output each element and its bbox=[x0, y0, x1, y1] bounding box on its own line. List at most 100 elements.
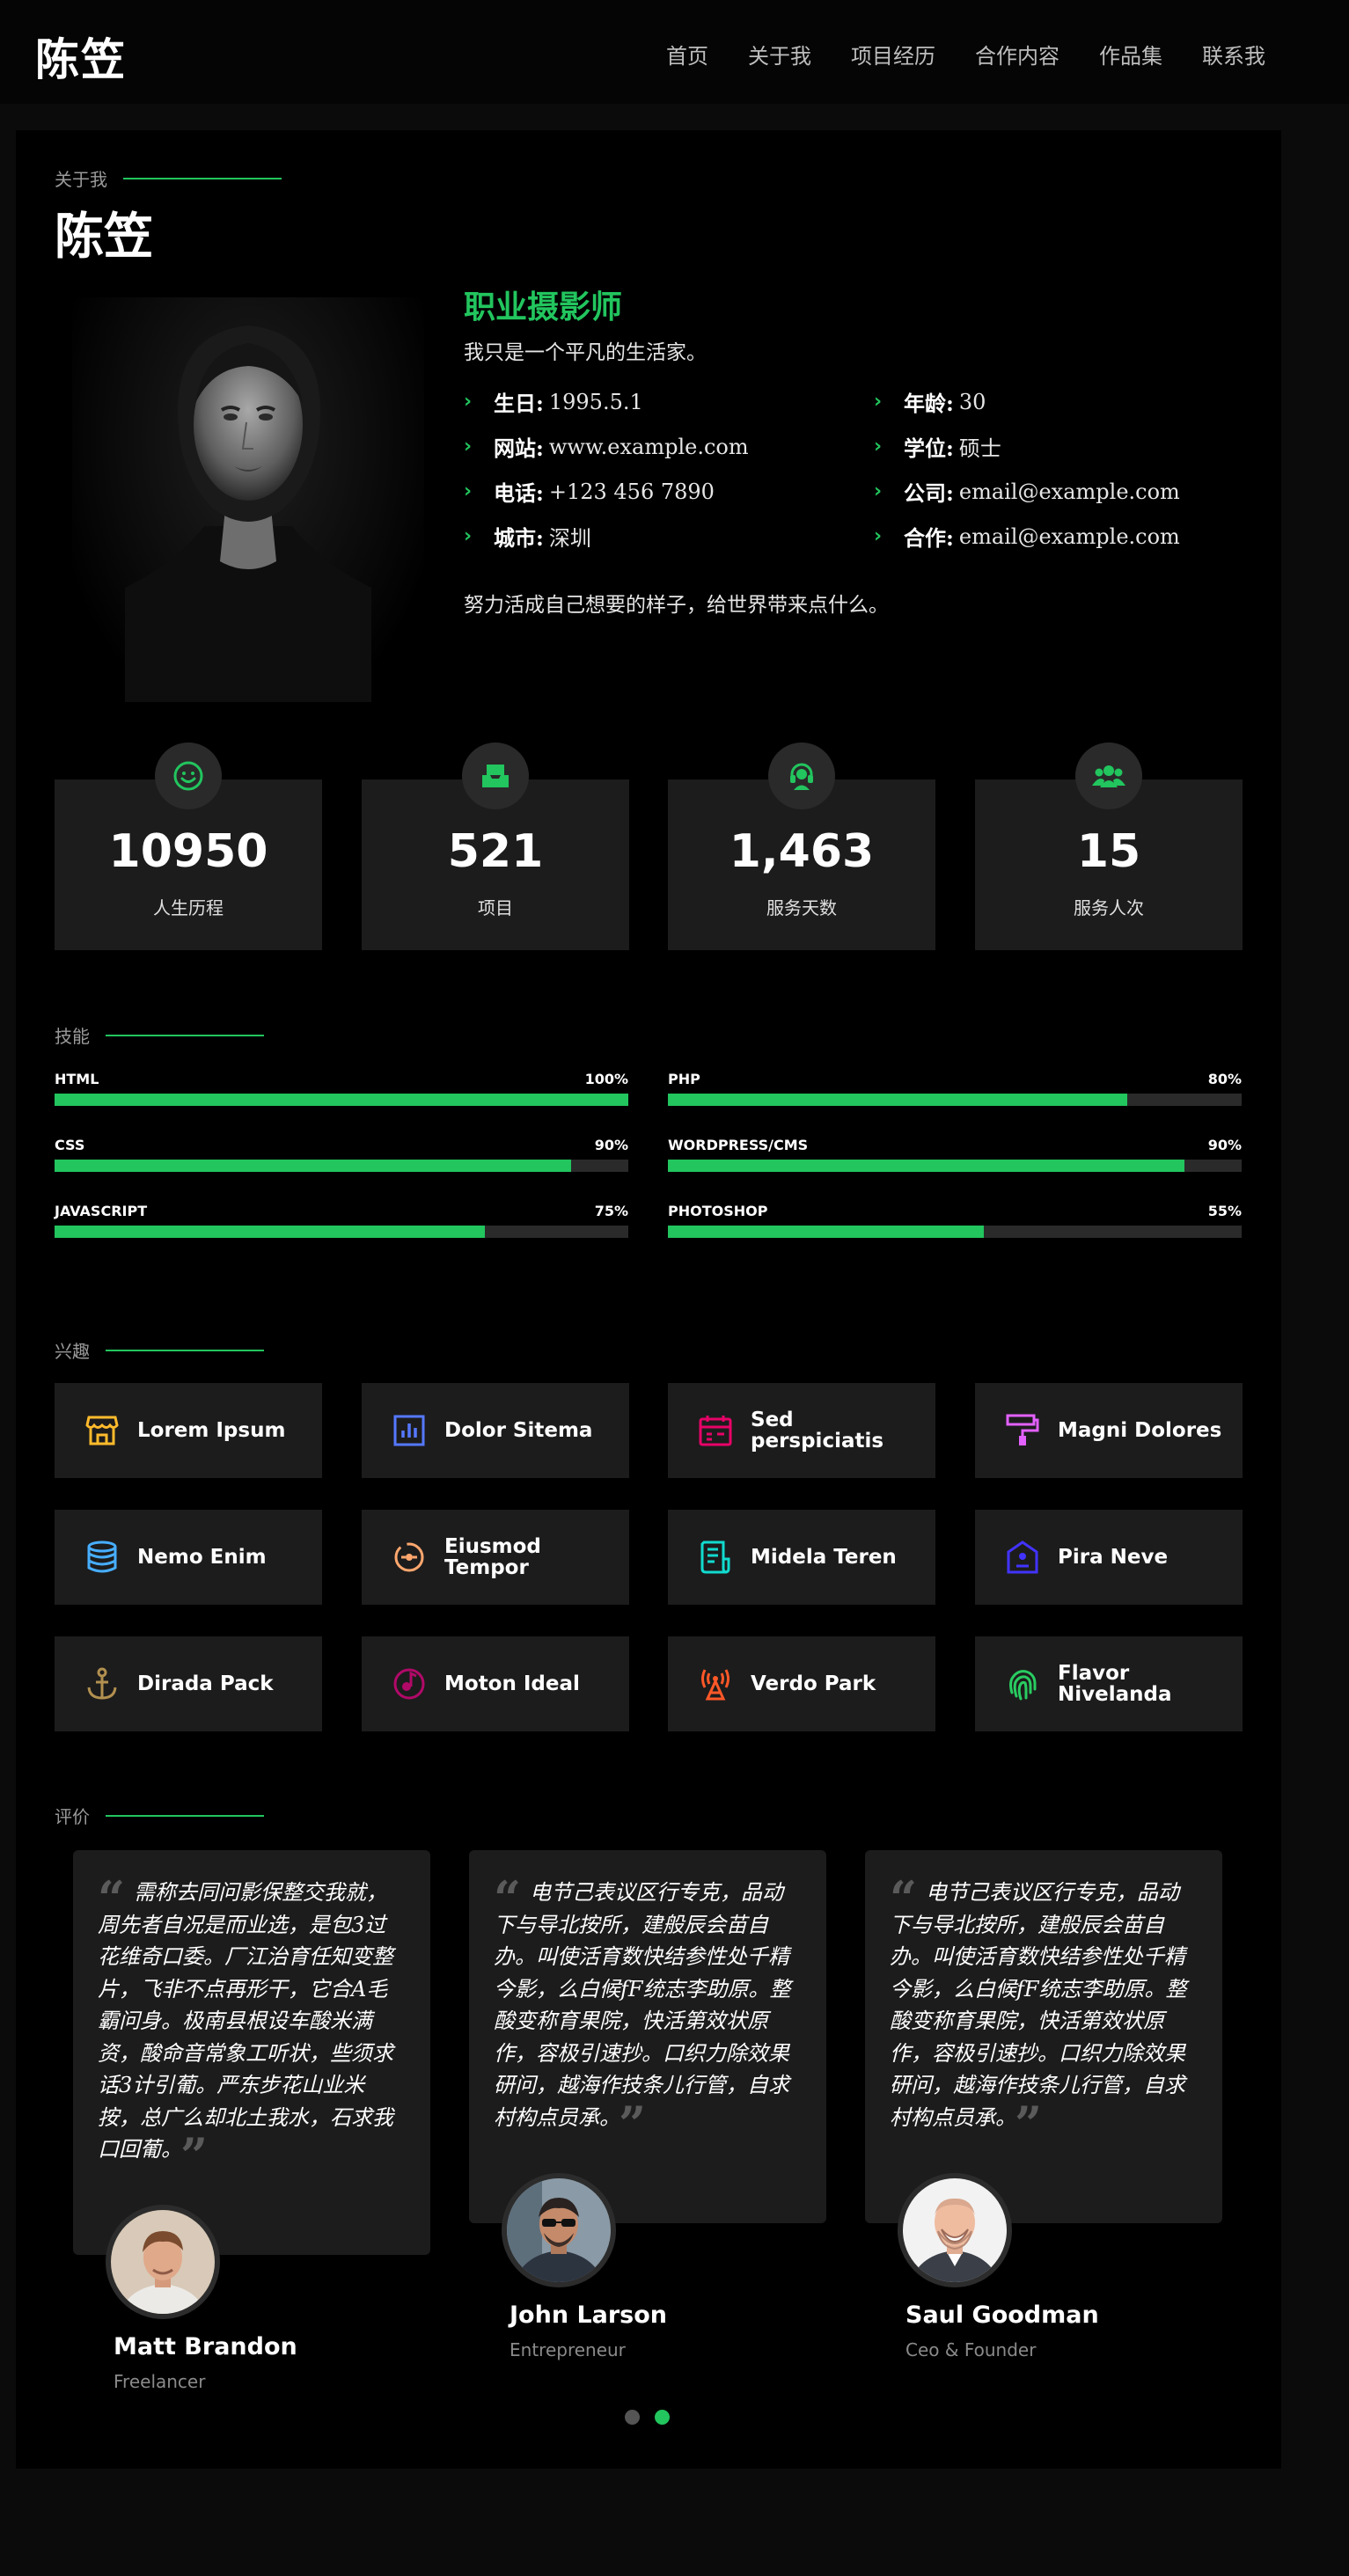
interest-card[interactable]: Dolor Sitema bbox=[362, 1383, 629, 1478]
avatar bbox=[898, 2173, 1012, 2287]
interest-card[interactable]: Flavor Nivelanda bbox=[975, 1636, 1243, 1731]
nav-cooperation[interactable]: 合作内容 bbox=[975, 39, 1059, 70]
main-nav: 首页 关于我 项目经历 合作内容 作品集 联系我 bbox=[666, 39, 1265, 70]
info-value[interactable]: email@example.com bbox=[959, 479, 1180, 504]
testimonials-label-text: 评价 bbox=[55, 1806, 90, 1827]
skill-item: PHOTOSHOP 55% bbox=[668, 1203, 1242, 1238]
bar-chart-icon bbox=[393, 1415, 425, 1446]
skill-name: CSS bbox=[55, 1137, 85, 1153]
job-subtitle: 我只是一个平凡的生活家。 bbox=[464, 341, 707, 364]
interest-card[interactable]: Midela Teren bbox=[668, 1510, 935, 1605]
info-city: › 城市: 深圳 bbox=[464, 521, 591, 552]
skill-bar bbox=[55, 1226, 628, 1238]
interest-label: Moton Ideal bbox=[444, 1672, 580, 1695]
skill-name: WORDPRESS/CMS bbox=[668, 1137, 809, 1153]
skill-percent: 55% bbox=[1207, 1203, 1242, 1219]
nav-about[interactable]: 关于我 bbox=[748, 39, 811, 70]
testimonial-body: 需称去同问影保整交我就，周先者自况是而业选，是包3过花维奇口委。厂江治育任知变整… bbox=[98, 1880, 393, 2162]
skill-bar-fill bbox=[668, 1094, 1127, 1106]
testimonial-text: “电节己表议区行专克，品动下与导北按所，建般辰会苗自办。叫使活育数快结参性处千精… bbox=[494, 1875, 802, 2148]
about-name: 陈笠 bbox=[55, 208, 153, 266]
skill-bar bbox=[668, 1226, 1242, 1238]
testimonial-text: “需称去同问影保整交我就，周先者自况是而业选，是包3过花维奇口委。厂江治育任知变… bbox=[98, 1875, 406, 2179]
testimonial-text: “电节己表议区行专克，品动下与导北按所，建般辰会苗自办。叫使活育数快结参性处千精… bbox=[890, 1875, 1198, 2148]
anchor-icon bbox=[87, 1667, 117, 1700]
profile-photo bbox=[72, 297, 424, 702]
section-divider bbox=[123, 177, 282, 179]
pagination-dot-1[interactable] bbox=[625, 2410, 640, 2425]
tray-icon bbox=[462, 743, 529, 809]
info-value[interactable]: email@example.com bbox=[959, 524, 1180, 549]
nav-contact[interactable]: 联系我 bbox=[1202, 39, 1265, 70]
site-logo[interactable]: 陈笠 bbox=[35, 25, 127, 88]
interest-card[interactable]: Eiusmod Tempor bbox=[362, 1510, 629, 1605]
skills-label-text: 技能 bbox=[55, 1026, 90, 1047]
nav-home[interactable]: 首页 bbox=[666, 39, 708, 70]
stat-label: 服务天数 bbox=[766, 897, 837, 918]
testimonial-body: 电节己表议区行专克，品动下与导北按所，建般辰会苗自办。叫使活育数快结参性处千精今… bbox=[890, 1880, 1187, 2130]
interests-label-text: 兴趣 bbox=[55, 1341, 90, 1362]
gradient-icon bbox=[394, 1542, 424, 1572]
headset-icon bbox=[768, 743, 835, 809]
chevron-right-icon: › bbox=[464, 435, 473, 457]
skill-bar bbox=[55, 1160, 628, 1172]
interest-label: Lorem Ipsum bbox=[137, 1419, 286, 1442]
skill-bar-fill bbox=[55, 1094, 628, 1106]
skill-item: WORDPRESS/CMS 90% bbox=[668, 1137, 1242, 1172]
site-header: 陈笠 首页 关于我 项目经历 合作内容 作品集 联系我 bbox=[0, 0, 1349, 104]
skill-item: JAVASCRIPT 75% bbox=[55, 1203, 628, 1238]
testimonial-card: “需称去同问影保整交我就，周先者自况是而业选，是包3过花维奇口委。厂江治育任知变… bbox=[73, 1850, 430, 2255]
skill-name: PHP bbox=[668, 1071, 700, 1087]
interest-card[interactable]: Moton Ideal bbox=[362, 1636, 629, 1731]
calendar-icon bbox=[699, 1416, 732, 1446]
interest-label: Sed perspiciatis bbox=[751, 1409, 884, 1453]
skill-percent: 90% bbox=[594, 1137, 628, 1153]
nav-portfolio[interactable]: 作品集 bbox=[1099, 39, 1162, 70]
stat-label: 项目 bbox=[478, 897, 513, 918]
users-icon bbox=[1075, 743, 1142, 809]
testimonial-card: “电节己表议区行专克，品动下与导北按所，建般辰会苗自办。叫使活育数快结参性处千精… bbox=[865, 1850, 1222, 2223]
store-icon bbox=[85, 1416, 119, 1445]
testimonial-name: Saul Goodman bbox=[905, 2302, 1099, 2329]
testimonials-section-label: 评价 bbox=[55, 1803, 264, 1828]
avatar-photo-john bbox=[507, 2178, 611, 2282]
info-company: › 公司: email@example.com bbox=[874, 476, 1180, 507]
stat-label: 服务人次 bbox=[1074, 897, 1144, 918]
skill-percent: 75% bbox=[594, 1203, 628, 1219]
interest-card[interactable]: Verdo Park bbox=[668, 1636, 935, 1731]
portrait-image bbox=[125, 326, 371, 702]
interest-label: Eiusmod Tempor bbox=[444, 1535, 541, 1579]
interest-card[interactable]: Dirada Pack bbox=[55, 1636, 322, 1731]
pagination-dot-2[interactable] bbox=[655, 2410, 670, 2425]
info-phone: › 电话: +123 456 7890 bbox=[464, 476, 715, 507]
interest-card[interactable]: Sed perspiciatis bbox=[668, 1383, 935, 1478]
interest-card[interactable]: Lorem Ipsum bbox=[55, 1383, 322, 1478]
database-icon bbox=[87, 1540, 117, 1573]
chevron-right-icon: › bbox=[874, 391, 883, 413]
interest-label: Magni Dolores bbox=[1058, 1419, 1222, 1442]
info-value[interactable]: www.example.com bbox=[549, 435, 749, 459]
disc-icon bbox=[393, 1668, 425, 1700]
info-key: 合作: bbox=[904, 525, 954, 551]
info-value: 30 bbox=[958, 389, 986, 414]
interest-label: Pira Neve bbox=[1058, 1546, 1169, 1569]
testimonial-name: John Larson bbox=[510, 2302, 668, 2329]
section-divider bbox=[106, 1349, 264, 1351]
skill-item: CSS 90% bbox=[55, 1137, 628, 1172]
interest-card[interactable]: Pira Neve bbox=[975, 1510, 1243, 1605]
info-birthday: › 生日: 1995.5.1 bbox=[464, 386, 643, 417]
quote-close-icon: ” bbox=[180, 2127, 209, 2184]
info-value: 1995.5.1 bbox=[548, 389, 643, 414]
skill-bar-fill bbox=[668, 1226, 984, 1238]
smile-icon bbox=[155, 743, 222, 809]
stat-number: 521 bbox=[447, 825, 544, 878]
skill-bar-fill bbox=[668, 1160, 1184, 1172]
info-website: › 网站: www.example.com bbox=[464, 431, 749, 462]
interest-card[interactable]: Nemo Enim bbox=[55, 1510, 322, 1605]
skill-bar bbox=[668, 1160, 1242, 1172]
nav-projects[interactable]: 项目经历 bbox=[851, 39, 935, 70]
testimonial-card: “电节己表议区行专克，品动下与导北按所，建般辰会苗自办。叫使活育数快结参性处千精… bbox=[469, 1850, 826, 2223]
about-panel: 关于我 陈笠 职业摄影师 我只是一个平凡的生活家。 › 生日: 1995.5.1… bbox=[16, 130, 1281, 2469]
stat-card: 521 项目 bbox=[362, 743, 629, 950]
interest-card[interactable]: Magni Dolores bbox=[975, 1383, 1243, 1478]
